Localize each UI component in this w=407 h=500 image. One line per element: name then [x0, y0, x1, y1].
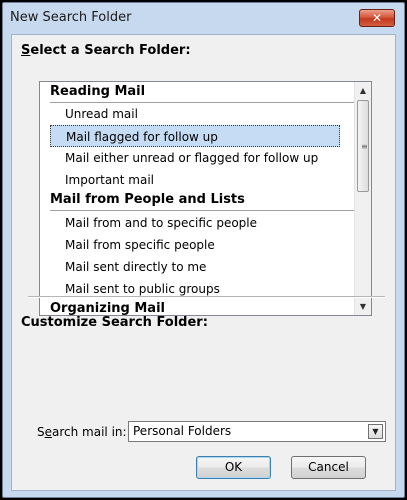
scroll-up-arrow-icon[interactable]: ▲ — [355, 82, 371, 99]
search-mail-in-dropdown[interactable]: Personal Folders ▼ — [128, 421, 386, 442]
window-title: New Search Folder — [10, 10, 132, 25]
cancel-button[interactable]: Cancel — [291, 456, 366, 479]
list-item-important-mail[interactable]: Important mail — [65, 169, 154, 191]
grip-icon: ≡ — [361, 142, 368, 151]
title-bar[interactable]: New Search Folder ✕ — [3, 3, 404, 33]
group-header-organizing-mail: Organizing Mail — [50, 301, 165, 316]
ok-button[interactable]: OK — [196, 456, 271, 479]
chevron-down-icon[interactable]: ▼ — [368, 424, 383, 439]
group-header-mail-from-people-and-lists: Mail from People and Lists — [50, 190, 354, 211]
divider — [28, 296, 385, 298]
close-icon: ✕ — [371, 11, 383, 25]
dialog-body: Select a Search Folder: Reading Mail Unr… — [11, 34, 396, 491]
customize-search-folder-heading: Customize Search Folder: — [21, 315, 208, 330]
list-item-mail-from-and-to-specific-people[interactable]: Mail from and to specific people — [65, 212, 257, 234]
group-header-reading-mail: Reading Mail — [50, 82, 354, 103]
list-item-unread-mail[interactable]: Unread mail — [65, 103, 138, 125]
search-mail-in-value: Personal Folders — [133, 424, 232, 438]
close-button[interactable]: ✕ — [359, 9, 395, 27]
list-scrollbar[interactable]: ▲ ≡ ▼ — [354, 82, 371, 315]
scrollbar-thumb[interactable]: ≡ — [357, 100, 369, 192]
list-item-mail-sent-directly-to-me[interactable]: Mail sent directly to me — [65, 256, 206, 278]
scroll-down-arrow-icon[interactable]: ▼ — [355, 298, 371, 315]
search-folder-list[interactable]: Reading Mail Unread mail Mail flagged fo… — [39, 81, 372, 316]
list-item-mail-flagged-for-follow-up[interactable]: Mail flagged for follow up — [50, 125, 340, 147]
list-item-mail-unread-or-flagged[interactable]: Mail either unread or flagged for follow… — [65, 147, 318, 169]
dialog-window: New Search Folder ✕ Select a Search Fold… — [2, 2, 405, 498]
select-search-folder-heading: Select a Search Folder: — [21, 43, 191, 58]
list-item-mail-from-specific-people[interactable]: Mail from specific people — [65, 234, 215, 256]
search-mail-in-label: Search mail in: — [37, 425, 127, 439]
